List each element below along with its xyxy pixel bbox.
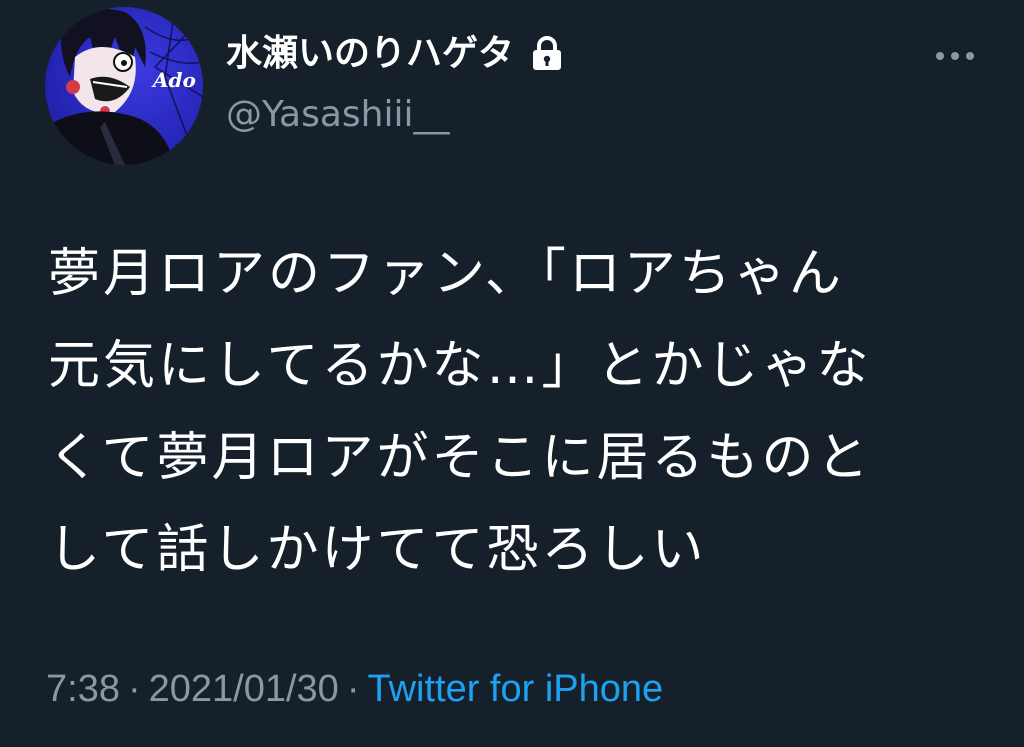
- avatar-image: Ado: [45, 7, 203, 165]
- tweet-card: Ado 水瀬いのりハゲタ @Yasashiii__ 夢月ロアのファン、「ロアちゃ…: [0, 0, 1024, 747]
- meta-separator: ·: [346, 668, 360, 710]
- tweet-text-line: くて夢月ロアがそこに居るものと: [48, 428, 872, 488]
- tweet-time[interactable]: 7:38: [46, 668, 120, 710]
- avatar-badge-text: Ado: [151, 68, 196, 92]
- tweet-text-line: して話しかけてて恐ろしい: [48, 520, 707, 580]
- tweet-meta: 7:38 · 2021/01/30 · Twitter for iPhone: [46, 664, 663, 714]
- more-dot: [966, 52, 974, 60]
- tweet-text-line: 元気にしてるかな…」とかじゃな: [48, 336, 872, 396]
- more-dot: [951, 52, 959, 60]
- tweet-source-link[interactable]: Twitter for iPhone: [367, 668, 663, 710]
- more-horizontal-icon: [936, 52, 944, 60]
- author-handle[interactable]: @Yasashiii__: [226, 91, 450, 139]
- tweet-text-line: 夢月ロアのファン、「ロアちゃん: [48, 244, 844, 304]
- avatar[interactable]: Ado: [45, 7, 203, 165]
- more-options-button[interactable]: [930, 40, 980, 70]
- lock-icon: [528, 35, 566, 73]
- meta-separator: ·: [127, 668, 141, 710]
- tweet-date[interactable]: 2021/01/30: [149, 668, 339, 710]
- tweet-text: 夢月ロアのファン、「ロアちゃん 元気にしてるかな…」とかじゃな くて夢月ロアがそ…: [48, 228, 988, 596]
- author-name-row[interactable]: 水瀬いのりハゲタ: [226, 30, 566, 78]
- author-display-name[interactable]: 水瀬いのりハゲタ: [226, 30, 514, 78]
